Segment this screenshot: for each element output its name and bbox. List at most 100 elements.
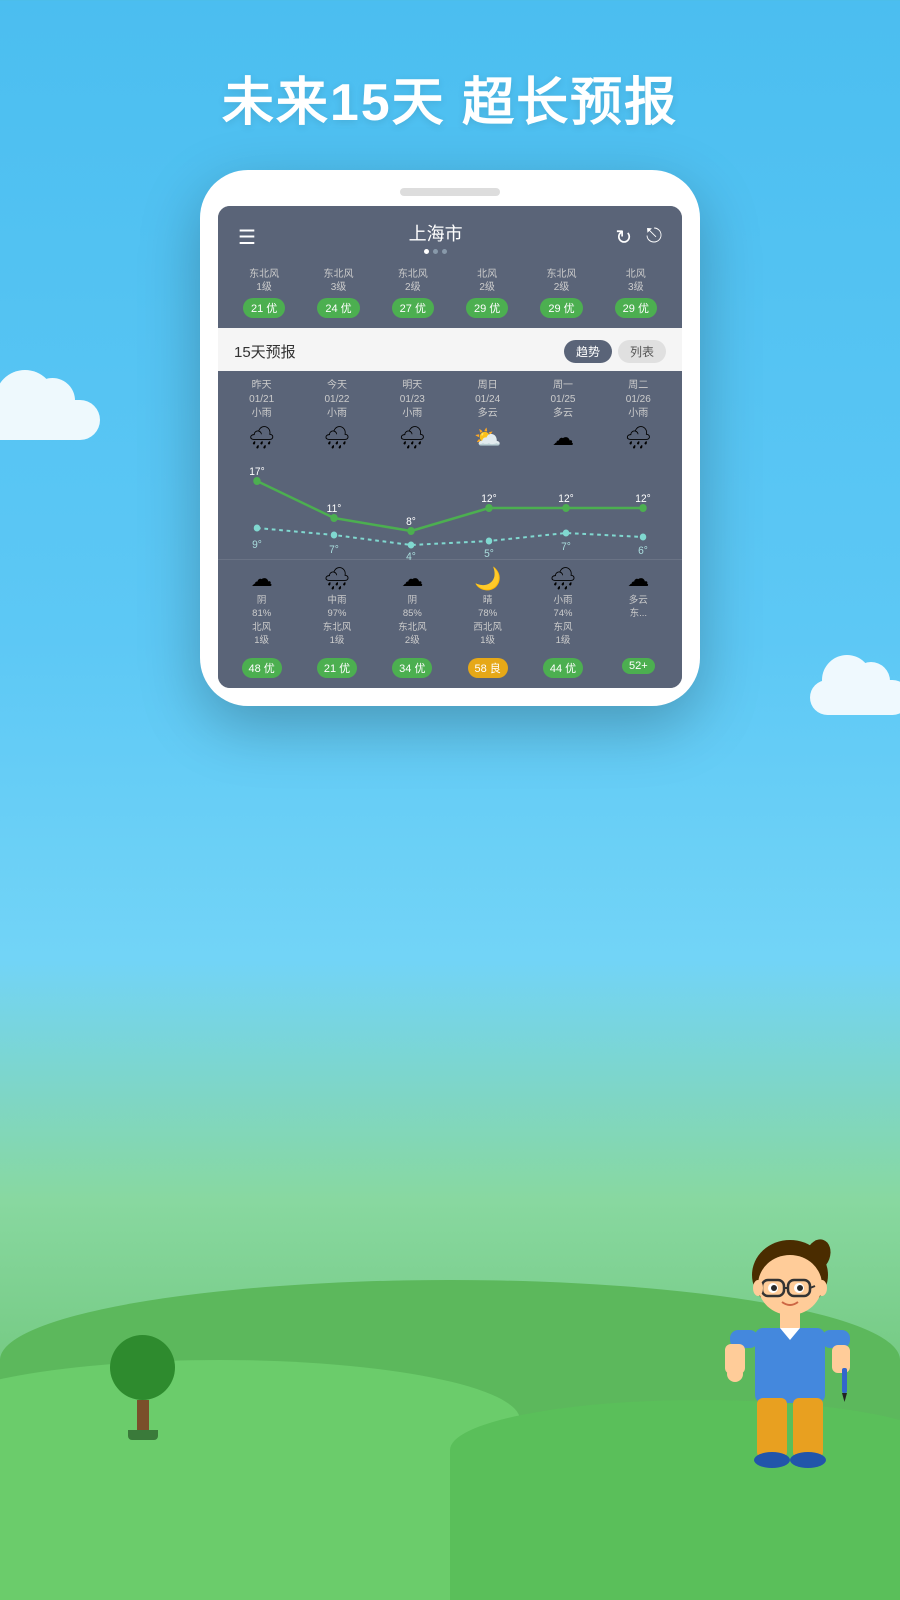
forecast-days-row: 昨天 01/21小雨 🌧 今天 01/22小雨 🌧 明天 01/23小雨 🌧 周…	[218, 371, 682, 459]
night-label-2: 阴 85% 东北风 2级	[375, 594, 450, 647]
aqi-top-item-3: 北风 2级 29 优	[451, 268, 523, 318]
aqi-badge-3: 29 优	[466, 298, 508, 318]
temperature-chart: 17° 11° 8° 12° 12° 12° 9° 7° 4° 5° 7° 6°	[218, 459, 682, 559]
aqi-badge-5: 29 优	[615, 298, 657, 318]
night-label-5: 多云 东...	[601, 594, 676, 621]
dot-3	[442, 249, 447, 254]
bottom-aqi-badge-4: 44 优	[543, 658, 583, 678]
aqi-wind-1: 东北风 3级	[302, 268, 374, 294]
phone-screen: ☰ 上海市 ↻ ⎋ 东北风 1级 21 优 东北风 3级	[218, 206, 682, 688]
character-svg	[710, 1220, 870, 1520]
bottom-aqi-item-2: 34 优	[375, 655, 450, 678]
city-title: 上海市	[409, 220, 463, 246]
phone-body: ☰ 上海市 ↻ ⎋ 东北风 1级 21 优 东北风 3级	[200, 170, 700, 706]
forecast-tabs: 趋势 列表	[564, 340, 666, 363]
bottom-aqi-badge-0: 48 优	[242, 658, 282, 678]
bottom-aqi-item-0: 48 优	[224, 655, 299, 678]
bottom-aqi-item-4: 44 优	[525, 655, 600, 678]
bottom-aqi-row: 48 优 21 优 34 优 58 良 44 优 52+	[218, 651, 682, 688]
dot-1	[424, 249, 429, 254]
tab-trend[interactable]: 趋势	[564, 340, 612, 363]
cloud-right	[810, 680, 900, 715]
night-item-4: 🌧 小雨 74% 东风 1级	[525, 566, 600, 647]
character-decoration	[710, 1220, 870, 1520]
svg-text:12°: 12°	[481, 493, 496, 505]
night-item-5: ☁ 多云 东...	[601, 566, 676, 647]
svg-text:12°: 12°	[558, 493, 573, 505]
svg-text:6°: 6°	[638, 545, 648, 557]
svg-text:17°: 17°	[249, 466, 264, 478]
tree-top	[110, 1335, 175, 1400]
forecast-day-1: 今天 01/22小雨 🌧	[299, 379, 374, 455]
tree-decoration	[110, 1335, 175, 1440]
svg-text:5°: 5°	[484, 548, 494, 560]
day-label-2: 明天 01/23小雨	[375, 379, 450, 421]
day-label-4: 周一 01/25多云	[525, 379, 600, 421]
forecast-header: 15天预报 趋势 列表	[218, 328, 682, 371]
bottom-aqi-item-1: 21 优	[299, 655, 374, 678]
aqi-badge-4: 29 优	[540, 298, 582, 318]
aqi-top-item-4: 东北风 2级 29 优	[525, 268, 597, 318]
bottom-aqi-item-5: 52+	[601, 655, 676, 678]
day-icon-5: 🌧	[601, 425, 676, 451]
temp-chart-svg: 17° 11° 8° 12° 12° 12° 9° 7° 4° 5° 7° 6°	[218, 463, 682, 563]
bottom-aqi-item-3: 58 良	[450, 655, 525, 678]
night-icon-0: ☁	[224, 566, 299, 592]
day-icon-3: ⛅	[450, 425, 525, 451]
aqi-wind-4: 东北风 2级	[525, 268, 597, 294]
svg-text:8°: 8°	[406, 516, 416, 528]
aqi-top-row: 东北风 1级 21 优 东北风 3级 24 优 东北风 2级 27 优 北风 2…	[218, 262, 682, 328]
day-icon-4: ☁	[525, 425, 600, 451]
night-forecast-row: ☁ 阴 81% 北风 1级 🌧 中雨 97% 东北风 1级 ☁ 阴 85% 东北…	[218, 559, 682, 651]
tree-trunk	[137, 1400, 149, 1430]
aqi-wind-0: 东北风 1级	[228, 268, 300, 294]
header-actions: ↻ ⎋	[615, 225, 662, 250]
night-item-1: 🌧 中雨 97% 东北风 1级	[299, 566, 374, 647]
aqi-top-item-2: 东北风 2级 27 优	[377, 268, 449, 318]
forecast-day-2: 明天 01/23小雨 🌧	[375, 379, 450, 455]
night-icon-5: ☁	[601, 566, 676, 592]
night-label-1: 中雨 97% 东北风 1级	[299, 594, 374, 647]
tree-grass	[128, 1430, 158, 1440]
aqi-wind-2: 东北风 2级	[377, 268, 449, 294]
menu-icon[interactable]: ☰	[238, 225, 256, 250]
svg-text:4°: 4°	[406, 551, 416, 563]
refresh-icon[interactable]: ↻	[615, 225, 632, 250]
aqi-badge-1: 24 优	[317, 298, 359, 318]
day-icon-1: 🌧	[299, 425, 374, 451]
night-item-3: 🌙 晴 78% 西北风 1级	[450, 566, 525, 647]
night-label-3: 晴 78% 西北风 1级	[450, 594, 525, 647]
aqi-badge-2: 27 优	[392, 298, 434, 318]
forecast-day-3: 周日 01/24多云 ⛅	[450, 379, 525, 455]
bottom-aqi-badge-2: 34 优	[392, 658, 432, 678]
phone-notch	[400, 188, 500, 196]
forecast-section: 15天预报 趋势 列表	[218, 328, 682, 371]
day-icon-0: 🌧	[224, 425, 299, 451]
aqi-badge-0: 21 优	[243, 298, 285, 318]
hill-front	[0, 1360, 520, 1600]
pagination-dots	[409, 249, 463, 254]
tab-list[interactable]: 列表	[618, 340, 666, 363]
forecast-day-5: 周二 01/26小雨 🌧	[601, 379, 676, 455]
app-header: ☰ 上海市 ↻ ⎋	[218, 206, 682, 262]
header-center: 上海市	[409, 220, 463, 254]
bottom-aqi-badge-5: 52+	[622, 658, 655, 674]
day-label-5: 周二 01/26小雨	[601, 379, 676, 421]
dot-2	[433, 249, 438, 254]
night-label-0: 阴 81% 北风 1级	[224, 594, 299, 647]
svg-text:12°: 12°	[635, 493, 650, 505]
night-icon-3: 🌙	[450, 566, 525, 592]
night-icon-1: 🌧	[299, 566, 374, 592]
bottom-aqi-badge-1: 21 优	[317, 658, 357, 678]
night-item-2: ☁ 阴 85% 东北风 2级	[375, 566, 450, 647]
svg-text:11°: 11°	[327, 503, 342, 515]
aqi-wind-5: 北风 3级	[600, 268, 672, 294]
night-item-0: ☁ 阴 81% 北风 1级	[224, 566, 299, 647]
page-title: 未来15天 超长预报	[0, 60, 900, 135]
night-icon-2: ☁	[375, 566, 450, 592]
aqi-top-item-0: 东北风 1级 21 优	[228, 268, 300, 318]
share-icon[interactable]: ⎋	[646, 225, 662, 250]
forecast-title: 15天预报	[234, 341, 296, 362]
phone-frame: ☰ 上海市 ↻ ⎋ 东北风 1级 21 优 东北风 3级	[200, 170, 700, 706]
aqi-wind-3: 北风 2级	[451, 268, 523, 294]
